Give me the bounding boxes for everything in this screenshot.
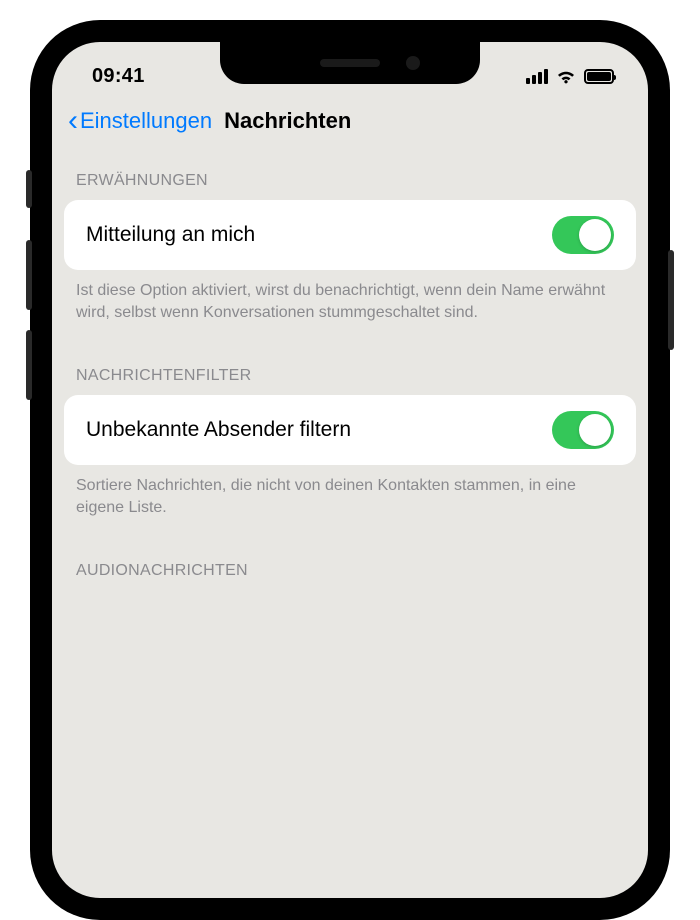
battery-icon — [584, 69, 614, 84]
screen: 09:41 ‹ Einstellungen Nachrichten — [38, 28, 662, 912]
back-button[interactable]: ‹ Einstellungen — [68, 106, 212, 136]
speaker — [320, 59, 380, 67]
front-camera — [406, 56, 420, 70]
mentions-section-footer: Ist diese Option aktiviert, wirst du ben… — [52, 270, 648, 349]
volume-down-button — [26, 330, 32, 400]
volume-up-button — [26, 240, 32, 310]
silent-switch — [26, 170, 32, 208]
notify-me-label: Mitteilung an mich — [86, 223, 255, 247]
navigation-bar: ‹ Einstellungen Nachrichten — [52, 94, 648, 154]
filter-unknown-label: Unbekannte Absender filtern — [86, 418, 351, 442]
power-button — [668, 250, 674, 350]
toggle-knob — [579, 219, 611, 251]
phone-frame: 09:41 ‹ Einstellungen Nachrichten — [30, 20, 670, 920]
wifi-icon — [555, 68, 577, 84]
settings-content: ERWÄHNUNGEN Mitteilung an mich Ist diese… — [52, 154, 648, 590]
toggle-knob — [579, 414, 611, 446]
cellular-signal-icon — [526, 69, 548, 84]
notch — [220, 42, 480, 84]
mentions-section-header: ERWÄHNUNGEN — [52, 154, 648, 200]
chevron-left-icon: ‹ — [68, 106, 78, 136]
status-time: 09:41 — [80, 65, 145, 88]
back-label: Einstellungen — [80, 108, 212, 134]
audio-section-header: AUDIONACHRICHTEN — [52, 544, 648, 590]
page-title: Nachrichten — [224, 108, 351, 134]
notify-me-toggle[interactable] — [552, 216, 614, 254]
filter-section-header: NACHRICHTENFILTER — [52, 349, 648, 395]
notify-me-row[interactable]: Mitteilung an mich — [64, 200, 636, 270]
filter-section-footer: Sortiere Nachrichten, die nicht von dein… — [52, 465, 648, 544]
filter-unknown-toggle[interactable] — [552, 411, 614, 449]
filter-unknown-row[interactable]: Unbekannte Absender filtern — [64, 395, 636, 465]
